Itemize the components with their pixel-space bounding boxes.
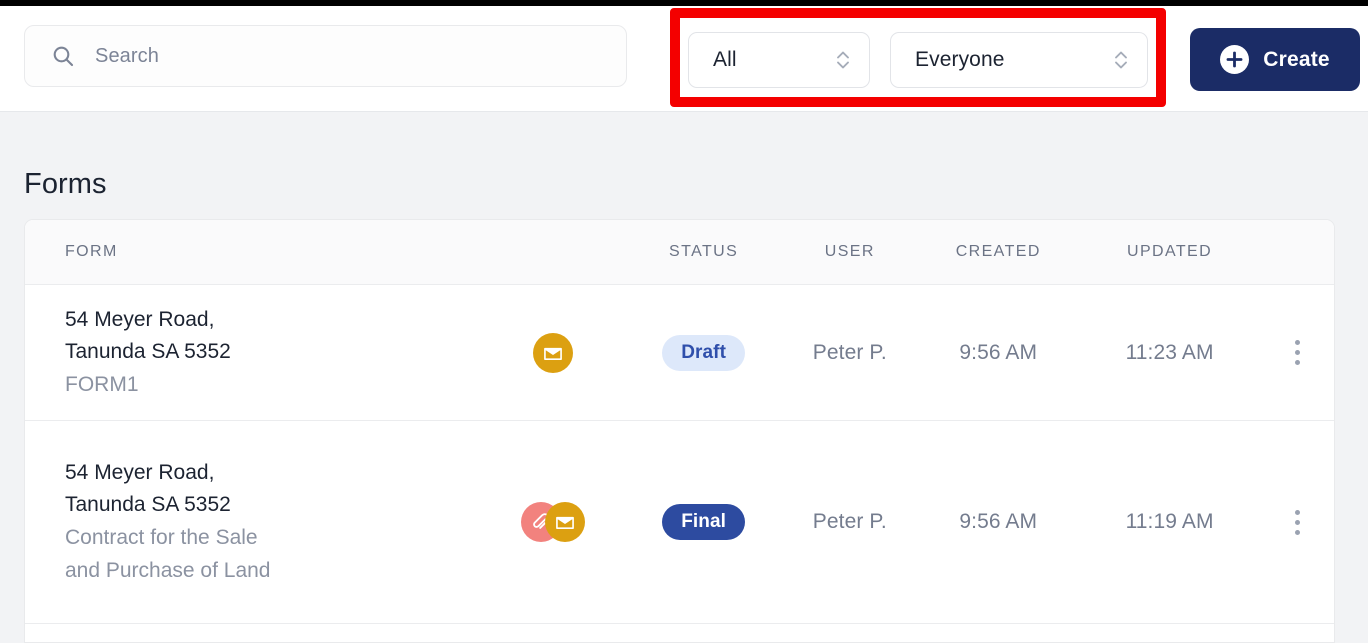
column-header-status: STATUS: [669, 243, 739, 260]
updated-cell: 11:19 AM: [1078, 510, 1261, 534]
form-title: 54 Meyer Road, Tanunda SA 5352: [65, 307, 231, 364]
updated-time: 11:23 AM: [1125, 340, 1214, 364]
search-icon: [51, 44, 75, 68]
icon-cluster: [520, 502, 585, 542]
kebab-menu-icon[interactable]: [1289, 504, 1306, 541]
updated-time: 11:19 AM: [1125, 510, 1214, 533]
user-cell: Peter P.: [781, 510, 918, 534]
column-header-updated: UPDATED: [1127, 243, 1213, 260]
icon-cluster: [532, 332, 573, 373]
table-row-partial[interactable]: [25, 624, 1334, 642]
created-time: 9:56 AM: [959, 510, 1038, 533]
filter-type-value: All: [713, 48, 737, 71]
search-field[interactable]: [24, 25, 627, 87]
app-root: All Everyone: [0, 0, 1368, 643]
user-name: Peter P.: [812, 510, 887, 533]
table-header-row: FORM STATUS USER CREATED UPDATED: [25, 220, 1334, 285]
row-menu-cell: [1261, 504, 1334, 541]
column-header-form: FORM: [65, 243, 118, 260]
app-header: All Everyone: [0, 6, 1368, 112]
column-header-created: CREATED: [955, 243, 1041, 260]
plus-circle-icon: [1220, 45, 1250, 74]
row-icons: [480, 502, 626, 542]
chevron-updown-icon: [833, 46, 853, 74]
table-row[interactable]: 54 Meyer Road, Tanunda SA 5352 Contract …: [25, 421, 1334, 624]
user-cell: Peter P.: [781, 341, 918, 365]
forms-table: FORM STATUS USER CREATED UPDATED 54 Meye…: [24, 219, 1335, 643]
create-button[interactable]: Create: [1190, 28, 1360, 91]
form-subtitle: Contract for the Sale and Purchase of La…: [65, 526, 271, 582]
form-cell: 54 Meyer Road, Tanunda SA 5352 Contract …: [25, 457, 480, 587]
row-icons: [480, 332, 626, 373]
page-title: Forms: [24, 168, 107, 200]
form-cell: 54 Meyer Road, Tanunda SA 5352 FORM1: [25, 304, 480, 402]
status-cell: Draft: [626, 334, 781, 371]
create-button-label: Create: [1263, 47, 1330, 71]
filter-user-value: Everyone: [915, 48, 1005, 71]
filter-type-select[interactable]: All: [688, 32, 870, 88]
filter-user-select[interactable]: Everyone: [890, 32, 1148, 88]
search-input[interactable]: [95, 44, 575, 68]
status-badge: Draft: [662, 334, 746, 371]
created-cell: 9:56 AM: [918, 510, 1078, 534]
created-time: 9:56 AM: [959, 340, 1038, 364]
kebab-menu-icon[interactable]: [1289, 334, 1306, 371]
column-header-user: USER: [824, 243, 875, 260]
mail-icon[interactable]: [532, 332, 573, 373]
user-name: Peter P.: [812, 340, 887, 364]
form-title: 54 Meyer Road, Tanunda SA 5352: [65, 460, 231, 517]
status-badge: Final: [662, 504, 746, 540]
created-cell: 9:56 AM: [918, 341, 1078, 365]
form-subtitle: FORM1: [65, 372, 139, 396]
updated-cell: 11:23 AM: [1078, 341, 1261, 365]
mail-icon[interactable]: [544, 502, 585, 542]
chevron-updown-icon: [1111, 46, 1131, 74]
table-row[interactable]: 54 Meyer Road, Tanunda SA 5352 FORM1 Dra…: [25, 285, 1334, 421]
status-cell: Final: [626, 504, 781, 540]
row-menu-cell: [1261, 334, 1334, 371]
